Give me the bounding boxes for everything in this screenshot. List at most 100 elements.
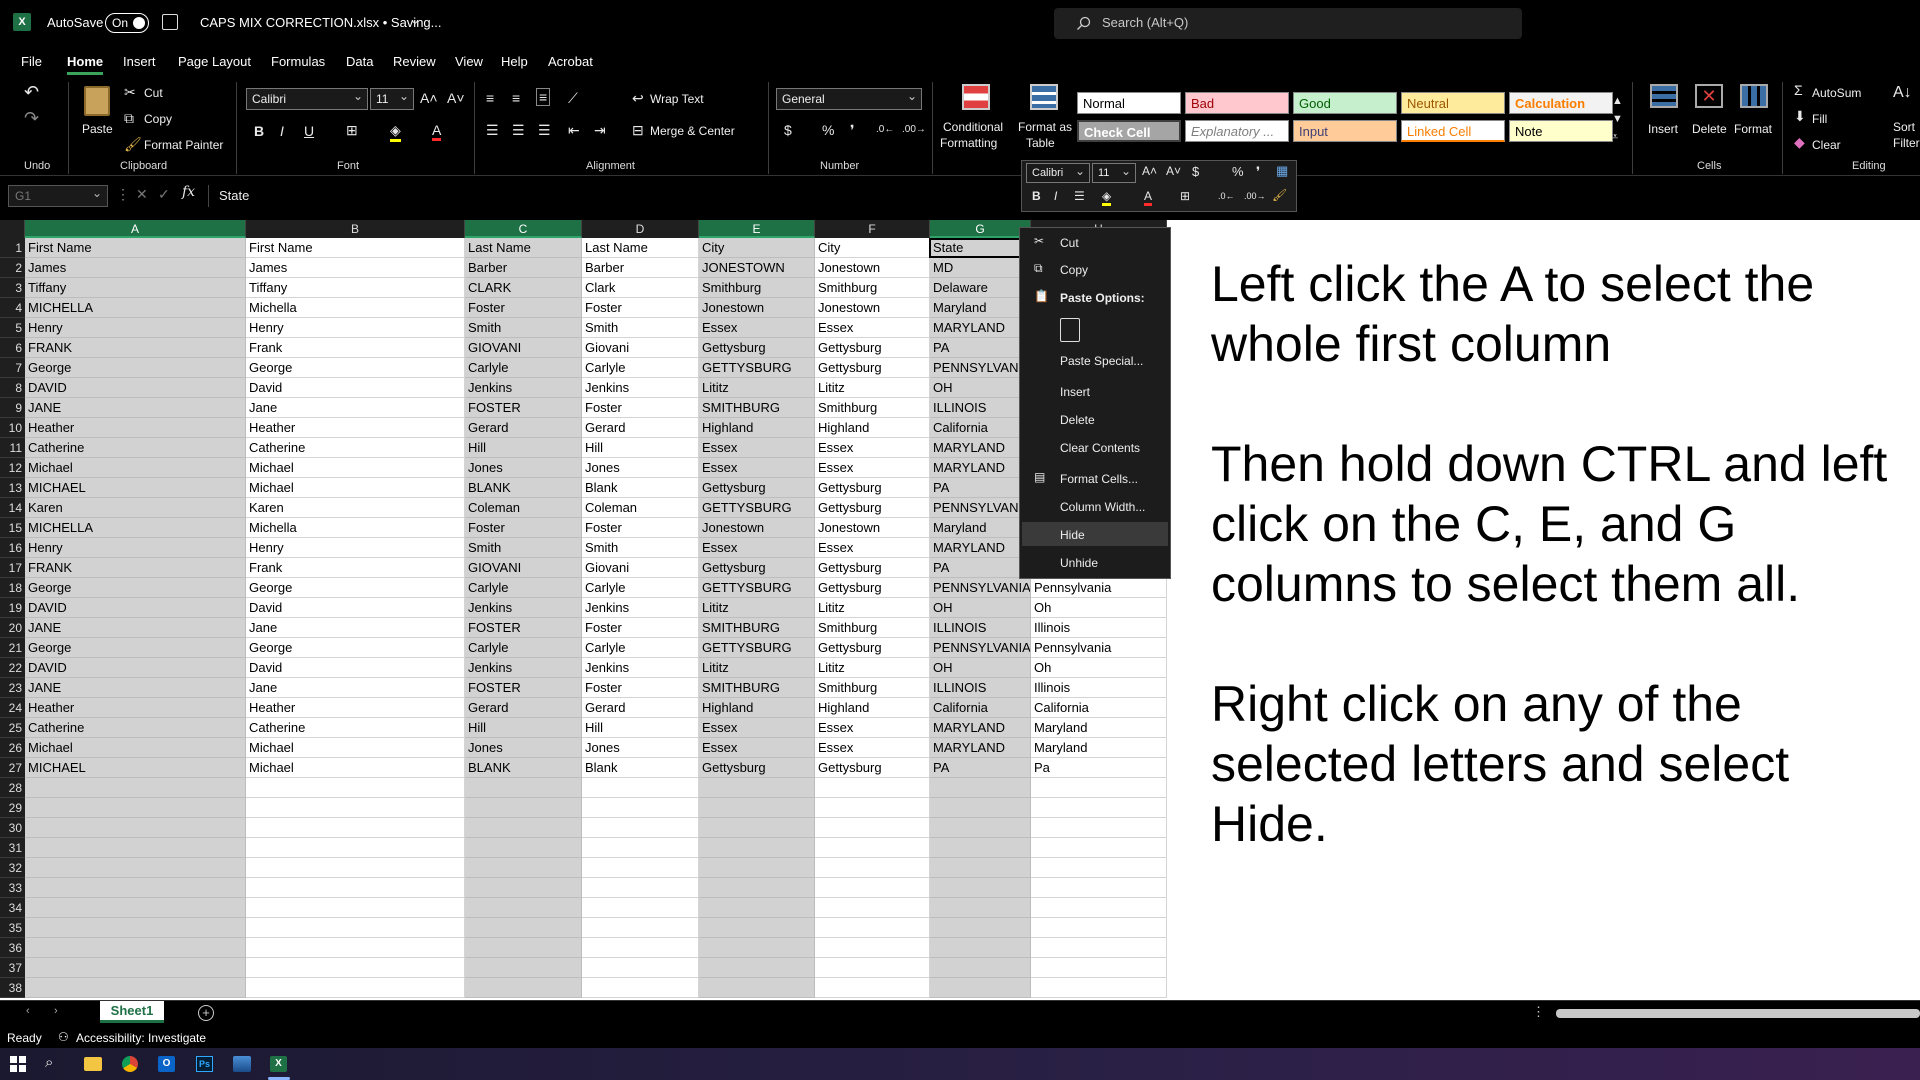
cell[interactable] (815, 938, 930, 958)
gallery-scroll-icon[interactable]: ▲ ▼ ⩡ (1612, 92, 1623, 146)
cell[interactable]: Highland (815, 698, 930, 718)
cell[interactable] (699, 958, 815, 978)
cell[interactable]: Essex (815, 438, 930, 458)
cell[interactable]: Clark (582, 278, 699, 298)
menu-item-format-cells[interactable]: Format Cells... (1060, 472, 1138, 486)
cell[interactable] (1031, 958, 1167, 978)
menu-item-cut[interactable]: Cut (1060, 236, 1079, 250)
mini-increase-decimal-icon[interactable]: .0← (1218, 191, 1235, 201)
row-header[interactable]: 32 (0, 858, 25, 878)
mini-font-color-icon[interactable]: A (1144, 189, 1153, 206)
borders-icon[interactable]: ⊞ (346, 122, 358, 139)
cell[interactable] (582, 878, 699, 898)
cell[interactable] (815, 958, 930, 978)
cell[interactable] (582, 838, 699, 858)
menu-item-insert[interactable]: Insert (1060, 385, 1090, 399)
cell[interactable]: Jenkins (582, 598, 699, 618)
scroll-right-icon[interactable]: › (54, 1005, 58, 1017)
row-header[interactable]: 10 (0, 418, 25, 438)
cell[interactable]: Foster (465, 518, 582, 538)
row-header[interactable]: 14 (0, 498, 25, 518)
mini-percent-icon[interactable]: % (1232, 164, 1244, 179)
cell[interactable] (582, 918, 699, 938)
cell[interactable]: ILLINOIS (930, 678, 1031, 698)
tab-review[interactable]: Review (393, 54, 436, 69)
cell[interactable]: Jonestown (699, 518, 815, 538)
cell[interactable]: Lititz (699, 378, 815, 398)
cell[interactable]: Essex (815, 538, 930, 558)
sort-filter-icon[interactable]: A↓ (1893, 84, 1912, 102)
mini-bold-icon[interactable]: B (1032, 189, 1041, 203)
cell[interactable]: Gerard (582, 418, 699, 438)
cell[interactable]: Jones (465, 458, 582, 478)
row-header[interactable]: 23 (0, 678, 25, 698)
orientation-icon[interactable]: ⟋ (568, 90, 578, 107)
cell[interactable] (582, 818, 699, 838)
cell[interactable] (930, 938, 1031, 958)
cell[interactable] (582, 978, 699, 998)
cell[interactable]: Jonestown (815, 518, 930, 538)
cell[interactable] (815, 858, 930, 878)
cell[interactable] (1031, 838, 1167, 858)
cell[interactable] (465, 898, 582, 918)
cell[interactable] (465, 958, 582, 978)
cell[interactable]: Essex (699, 458, 815, 478)
row-header[interactable]: 19 (0, 598, 25, 618)
mini-align-center-icon[interactable]: ☰ (1074, 189, 1085, 203)
align-left-icon[interactable]: ☰ (486, 122, 499, 139)
cell[interactable]: ILLINOIS (930, 398, 1031, 418)
number-format-combo[interactable]: General (776, 88, 922, 110)
cell[interactable]: Pennsylvania (1031, 638, 1167, 658)
mini-decrease-decimal-icon[interactable]: .00→ (1244, 191, 1266, 201)
row-header[interactable]: 24 (0, 698, 25, 718)
cell[interactable]: California (1031, 698, 1167, 718)
mini-decrease-font-icon[interactable]: A˅ (1166, 164, 1181, 178)
cell[interactable]: Jonestown (815, 258, 930, 278)
cell[interactable]: Smith (582, 318, 699, 338)
cell[interactable]: Heather (246, 418, 465, 438)
cell[interactable]: FOSTER (465, 618, 582, 638)
cell[interactable]: Gerard (582, 698, 699, 718)
cell[interactable] (246, 918, 465, 938)
cell[interactable] (582, 858, 699, 878)
cell[interactable]: Gettysburg (815, 498, 930, 518)
search-icon[interactable]: ⌕ (45, 1054, 53, 1071)
cell[interactable]: CLARK (465, 278, 582, 298)
conditional-formatting-label-2[interactable]: Formatting (940, 136, 997, 150)
column-header-b[interactable]: B (246, 220, 465, 238)
cell[interactable]: Highland (815, 418, 930, 438)
cell[interactable] (246, 878, 465, 898)
name-box[interactable]: G1 ⌄ (8, 185, 108, 207)
cell[interactable]: Jenkins (465, 598, 582, 618)
row-header[interactable]: 34 (0, 898, 25, 918)
cell[interactable] (246, 898, 465, 918)
tab-insert[interactable]: Insert (123, 54, 156, 69)
cell-style-linked-cell[interactable]: Linked Cell (1401, 120, 1505, 142)
row-header[interactable]: 15 (0, 518, 25, 538)
file-explorer-icon[interactable] (84, 1057, 102, 1071)
cell[interactable]: Foster (582, 398, 699, 418)
cell[interactable]: Hill (582, 718, 699, 738)
cancel-entry-icon[interactable]: ✕ (136, 186, 148, 203)
cell[interactable]: PENNSYLVANIA (930, 578, 1031, 598)
outlook-icon[interactable]: O (158, 1056, 175, 1072)
cell[interactable]: Lititz (815, 598, 930, 618)
increase-indent-icon[interactable]: ⇥ (594, 122, 606, 139)
row-header[interactable]: 7 (0, 358, 25, 378)
cell[interactable]: Carlyle (582, 638, 699, 658)
cell[interactable] (25, 778, 246, 798)
cell[interactable]: Lititz (699, 598, 815, 618)
select-all-corner[interactable] (0, 220, 25, 238)
align-middle-icon[interactable]: ≡ (512, 90, 520, 106)
cell[interactable]: Foster (465, 298, 582, 318)
cell[interactable]: GETTYSBURG (699, 498, 815, 518)
row-header[interactable]: 17 (0, 558, 25, 578)
cell[interactable]: George (25, 638, 246, 658)
percent-icon[interactable]: % (822, 122, 834, 138)
paste-icon[interactable] (84, 86, 110, 116)
align-top-icon[interactable]: ≡ (486, 90, 494, 106)
cell[interactable] (930, 918, 1031, 938)
row-header[interactable]: 31 (0, 838, 25, 858)
cell[interactable] (1031, 938, 1167, 958)
cell[interactable]: Smith (465, 538, 582, 558)
